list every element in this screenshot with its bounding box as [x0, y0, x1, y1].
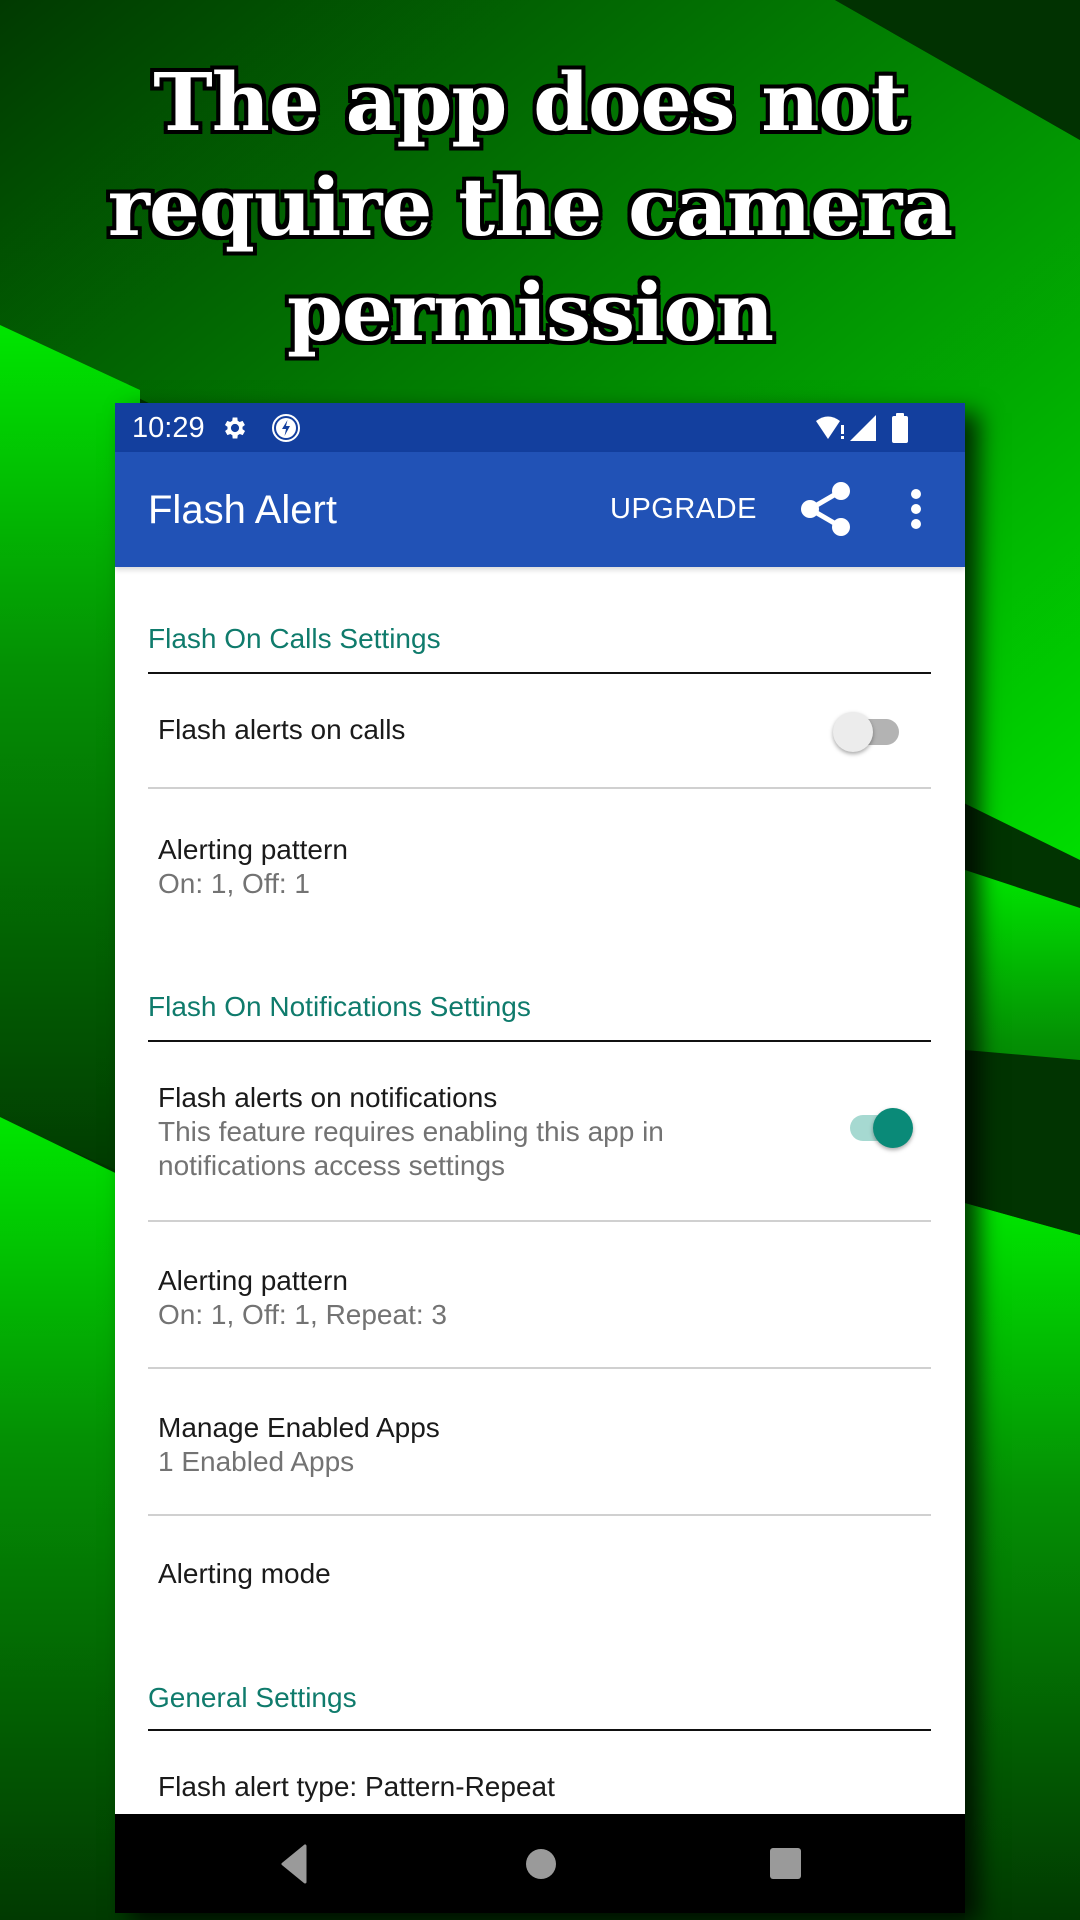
pref-flash-alert-type[interactable]: Flash alert type: Pattern-Repeat [115, 1731, 965, 1821]
category-notifications-title: Flash On Notifications Settings [148, 991, 531, 1022]
app-bar: Flash Alert UPGRADE [115, 452, 965, 567]
pref-flash-notifications-title: Flash alerts on notifications [158, 1082, 498, 1113]
headline-line-2: require the camera [107, 160, 953, 254]
home-circle-icon [526, 1849, 556, 1879]
promo-headline: The app does not require the camera perm… [0, 50, 1060, 365]
pref-manage-enabled-apps[interactable]: Manage Enabled Apps 1 Enabled Apps [115, 1369, 965, 1514]
share-icon [801, 482, 850, 536]
nav-home-button[interactable] [519, 1844, 563, 1884]
pref-calls-pattern[interactable]: Alerting pattern On: 1, Off: 1 [115, 789, 965, 939]
cell-signal-icon [850, 415, 876, 446]
pref-manage-apps-title: Manage Enabled Apps [158, 1412, 440, 1443]
pref-alerting-mode[interactable]: Alerting mode [115, 1516, 965, 1626]
phone-screen: 10:29 Flash Alert UPGRADE Flash On Calls… [115, 403, 965, 1913]
system-nav-bar [115, 1814, 965, 1913]
pref-notifications-pattern[interactable]: Alerting pattern On: 1, Off: 1, Repeat: … [115, 1222, 965, 1367]
status-time: 10:29 [132, 412, 205, 444]
flash-circle-icon [271, 413, 301, 448]
app-title: Flash Alert [148, 488, 337, 532]
more-vert-icon [911, 489, 921, 529]
flash-notifications-switch[interactable] [850, 1106, 930, 1150]
settings-gear-icon [221, 414, 249, 447]
pref-calls-pattern-summary: On: 1, Off: 1 [158, 868, 311, 899]
upgrade-button[interactable]: UPGRADE [610, 493, 757, 526]
pref-flash-notifications[interactable]: Flash alerts on notifications This featu… [115, 1042, 965, 1213]
category-calls-title: Flash On Calls Settings [148, 623, 441, 654]
pref-flash-notifications-summary-2: notifications access settings [158, 1150, 506, 1181]
headline-line-1: The app does not [153, 55, 908, 149]
recents-square-icon [770, 1848, 801, 1879]
category-general-title: General Settings [148, 1682, 357, 1713]
switch-thumb [833, 712, 873, 752]
wifi-alert-icon [815, 415, 847, 446]
pref-flash-calls[interactable]: Flash alerts on calls [115, 674, 965, 786]
more-options-button[interactable] [903, 484, 929, 534]
pref-flash-alert-type-title: Flash alert type: Pattern-Repeat [158, 1771, 555, 1802]
share-button[interactable] [798, 479, 858, 539]
headline-line-3: permission [286, 265, 774, 359]
switch-thumb [873, 1108, 913, 1148]
flash-calls-switch[interactable] [833, 710, 903, 754]
pref-notifications-pattern-title: Alerting pattern [158, 1265, 348, 1296]
pref-alerting-mode-title: Alerting mode [158, 1558, 331, 1589]
status-bar: 10:29 [115, 403, 965, 452]
pref-notifications-pattern-summary: On: 1, Off: 1, Repeat: 3 [158, 1299, 447, 1330]
settings-list: Flash On Calls Settings Flash alerts on … [115, 567, 965, 1814]
battery-icon [891, 413, 909, 448]
nav-back-button[interactable] [275, 1844, 319, 1884]
pref-flash-notifications-summary-1: This feature requires enabling this app … [158, 1116, 664, 1147]
pref-calls-pattern-title: Alerting pattern [158, 834, 348, 865]
pref-flash-calls-title: Flash alerts on calls [158, 714, 406, 745]
back-triangle-icon [281, 1844, 307, 1884]
nav-recents-button[interactable] [763, 1844, 807, 1884]
pref-manage-apps-summary: 1 Enabled Apps [158, 1446, 355, 1477]
